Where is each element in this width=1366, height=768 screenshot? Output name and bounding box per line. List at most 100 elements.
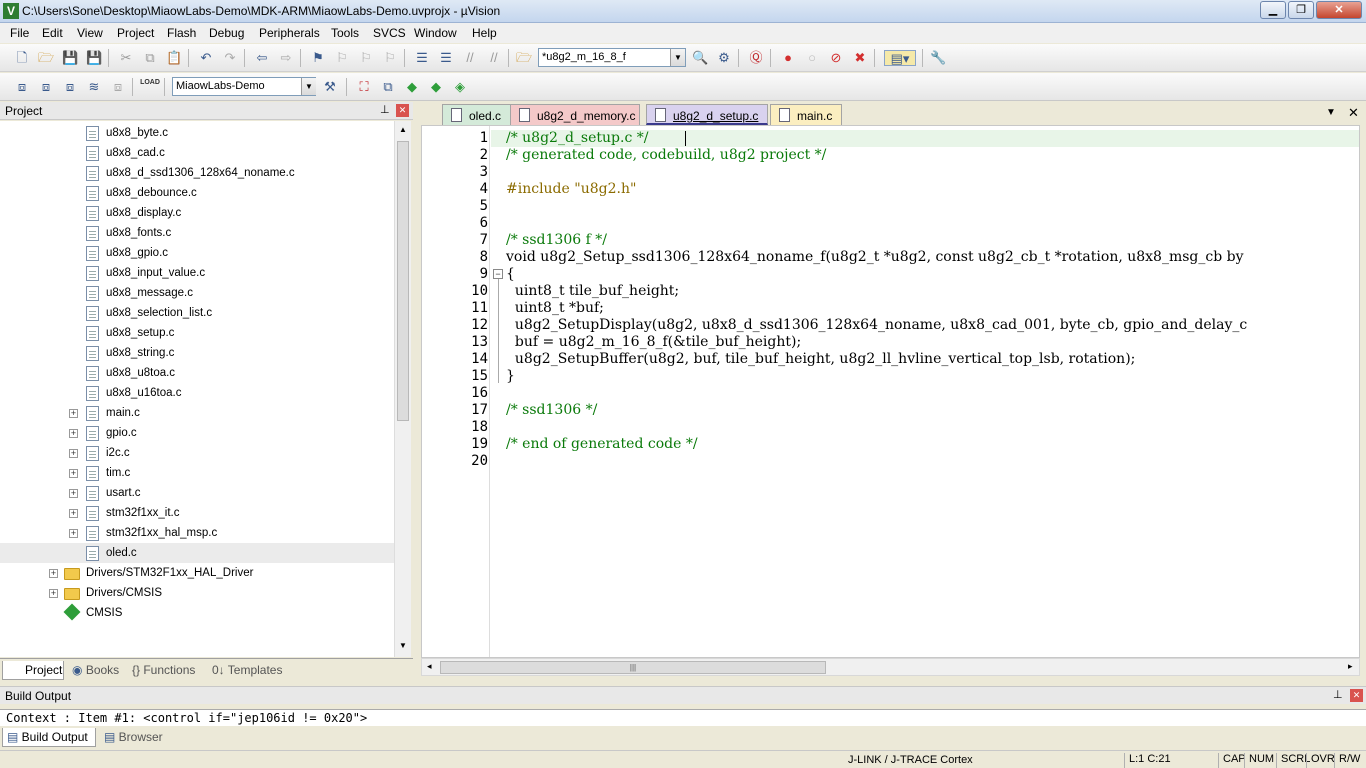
- bookmark-icon[interactable]: ⚑: [310, 50, 326, 66]
- tree-file[interactable]: u8x8_input_value.c: [0, 263, 394, 283]
- scroll-thumb[interactable]: |||: [440, 661, 826, 674]
- menu-peripherals[interactable]: Peripherals: [259, 26, 320, 40]
- menu-help[interactable]: Help: [472, 26, 497, 40]
- indent-icon[interactable]: ☰: [414, 50, 430, 66]
- tab-list-dropdown-icon[interactable]: ▼: [1326, 107, 1336, 118]
- tab-templates[interactable]: 0↓ Templates: [208, 661, 288, 680]
- open-folder-icon[interactable]: 🗁: [38, 50, 54, 66]
- tree-cmsis[interactable]: CMSIS: [0, 603, 394, 623]
- menu-edit[interactable]: Edit: [42, 26, 63, 40]
- tab-books[interactable]: ◉ Books: [68, 661, 126, 680]
- find-in-files-icon[interactable]: 🗁: [516, 50, 532, 66]
- kill-breakpoints-icon[interactable]: ✖: [852, 50, 868, 66]
- tree-file[interactable]: u8x8_debounce.c: [0, 183, 394, 203]
- find-combo[interactable]: *u8g2_m_16_8_f: [538, 48, 686, 67]
- tree-file[interactable]: u8x8_string.c: [0, 343, 394, 363]
- expand-icon[interactable]: +: [49, 569, 58, 578]
- expand-icon[interactable]: +: [69, 449, 78, 458]
- chevron-down-icon[interactable]: ▼: [301, 78, 316, 95]
- menu-view[interactable]: View: [77, 26, 103, 40]
- navigate-back-icon[interactable]: ⇦: [254, 50, 270, 66]
- tab-functions[interactable]: {} Functions: [128, 661, 206, 680]
- file-extensions-icon[interactable]: ⧉: [380, 79, 396, 95]
- expand-icon[interactable]: +: [69, 509, 78, 518]
- maximize-button[interactable]: ❐: [1288, 1, 1314, 19]
- close-icon[interactable]: ✕: [396, 104, 409, 117]
- tree-file-expandable[interactable]: + i2c.c: [0, 443, 394, 463]
- paste-icon[interactable]: 📋: [166, 50, 182, 66]
- tree-file[interactable]: u8x8_cad.c: [0, 143, 394, 163]
- select-packs-icon[interactable]: ◆: [428, 79, 444, 95]
- tree-file[interactable]: u8x8_u16toa.c: [0, 383, 394, 403]
- scroll-down-icon[interactable]: ▼: [397, 639, 409, 653]
- menu-window[interactable]: Window: [414, 26, 457, 40]
- next-bookmark-icon[interactable]: ⚐: [358, 50, 374, 66]
- scroll-thumb[interactable]: [397, 141, 409, 421]
- chevron-down-icon[interactable]: ▼: [670, 49, 685, 66]
- tree-file-expandable[interactable]: + stm32f1xx_it.c: [0, 503, 394, 523]
- menu-flash[interactable]: Flash: [167, 26, 196, 40]
- editor-horizontal-scrollbar[interactable]: ◂ ||| ▸: [421, 658, 1360, 676]
- expand-icon[interactable]: +: [69, 529, 78, 538]
- cut-icon[interactable]: ✂: [118, 50, 134, 66]
- build-icon[interactable]: ⧈: [38, 79, 54, 95]
- scroll-up-icon[interactable]: ▲: [397, 123, 409, 137]
- tab-main-c[interactable]: main.c: [770, 104, 842, 125]
- expand-icon[interactable]: +: [69, 409, 78, 418]
- tree-file[interactable]: u8x8_selection_list.c: [0, 303, 394, 323]
- close-editor-icon[interactable]: ✕: [1348, 105, 1359, 121]
- unindent-icon[interactable]: ☰: [438, 50, 454, 66]
- redo-icon[interactable]: ↷: [222, 50, 238, 66]
- clear-bookmarks-icon[interactable]: ⚐: [382, 50, 398, 66]
- tree-file-expandable[interactable]: + stm32f1xx_hal_msp.c: [0, 523, 394, 543]
- batch-build-icon[interactable]: ≋: [86, 79, 102, 95]
- tree-group[interactable]: + Drivers/STM32F1xx_HAL_Driver: [0, 563, 394, 583]
- window-layout-icon[interactable]: ▤▾: [884, 50, 916, 66]
- expand-icon[interactable]: +: [69, 489, 78, 498]
- menu-file[interactable]: File: [10, 26, 29, 40]
- load-icon[interactable]: LOAD: [140, 79, 160, 95]
- tree-file-expandable[interactable]: + tim.c: [0, 463, 394, 483]
- menu-project[interactable]: Project: [117, 26, 154, 40]
- close-button[interactable]: ✕: [1316, 1, 1362, 19]
- incremental-find-icon[interactable]: ⚙: [716, 50, 732, 66]
- run-time-environment-icon[interactable]: ◈: [452, 79, 468, 95]
- expand-icon[interactable]: +: [49, 589, 58, 598]
- comment-icon[interactable]: //: [462, 50, 478, 66]
- manage-components-icon[interactable]: ⛶: [356, 79, 372, 95]
- enable-breakpoint-icon[interactable]: ○: [804, 50, 820, 66]
- code-editor[interactable]: 1 2 3 4 5 6 7 8 9 10 11 12 13 14 15 16 1…: [421, 125, 1360, 658]
- pack-installer-icon[interactable]: ◆: [404, 79, 420, 95]
- tree-file-expandable[interactable]: + main.c: [0, 403, 394, 423]
- translate-icon[interactable]: ⧈: [14, 79, 30, 95]
- scroll-right-icon[interactable]: ▸: [1348, 661, 1353, 672]
- tree-file-selected[interactable]: oled.c: [0, 543, 394, 563]
- rebuild-icon[interactable]: ⧈: [62, 79, 78, 95]
- tree-file[interactable]: u8x8_byte.c: [0, 123, 394, 143]
- expand-icon[interactable]: +: [69, 469, 78, 478]
- save-icon[interactable]: 💾: [62, 50, 78, 66]
- tab-project[interactable]: Project: [2, 661, 64, 680]
- tree-file-expandable[interactable]: + gpio.c: [0, 423, 394, 443]
- stop-build-icon[interactable]: ⧈: [110, 79, 126, 95]
- tree-file[interactable]: u8x8_u8toa.c: [0, 363, 394, 383]
- menu-tools[interactable]: Tools: [331, 26, 359, 40]
- breakpoint-icon[interactable]: ●: [780, 50, 796, 66]
- find-icon[interactable]: 🔍: [692, 50, 708, 66]
- tree-file[interactable]: u8x8_display.c: [0, 203, 394, 223]
- minimize-button[interactable]: ▁: [1260, 1, 1286, 19]
- menu-debug[interactable]: Debug: [209, 26, 244, 40]
- tab-build-output[interactable]: ▤ Build Output: [2, 728, 96, 747]
- navigate-forward-icon[interactable]: ⇨: [278, 50, 294, 66]
- tree-file[interactable]: u8x8_message.c: [0, 283, 394, 303]
- tab-browser[interactable]: ▤ Browser: [100, 728, 170, 747]
- build-output-text[interactable]: Context : Item #1: <control if="jep106id…: [0, 709, 1366, 726]
- configure-icon[interactable]: 🔧: [930, 50, 946, 66]
- tab-u8g2-d-setup-c[interactable]: u8g2_d_setup.c: [646, 104, 768, 125]
- tab-u8g2-d-memory-c[interactable]: u8g2_d_memory.c: [510, 104, 640, 125]
- pin-icon[interactable]: ⊥: [380, 103, 390, 116]
- copy-icon[interactable]: ⧉: [142, 50, 158, 66]
- expand-icon[interactable]: +: [69, 429, 78, 438]
- uncomment-icon[interactable]: //: [486, 50, 502, 66]
- project-scrollbar[interactable]: ▲ ▼: [394, 121, 411, 657]
